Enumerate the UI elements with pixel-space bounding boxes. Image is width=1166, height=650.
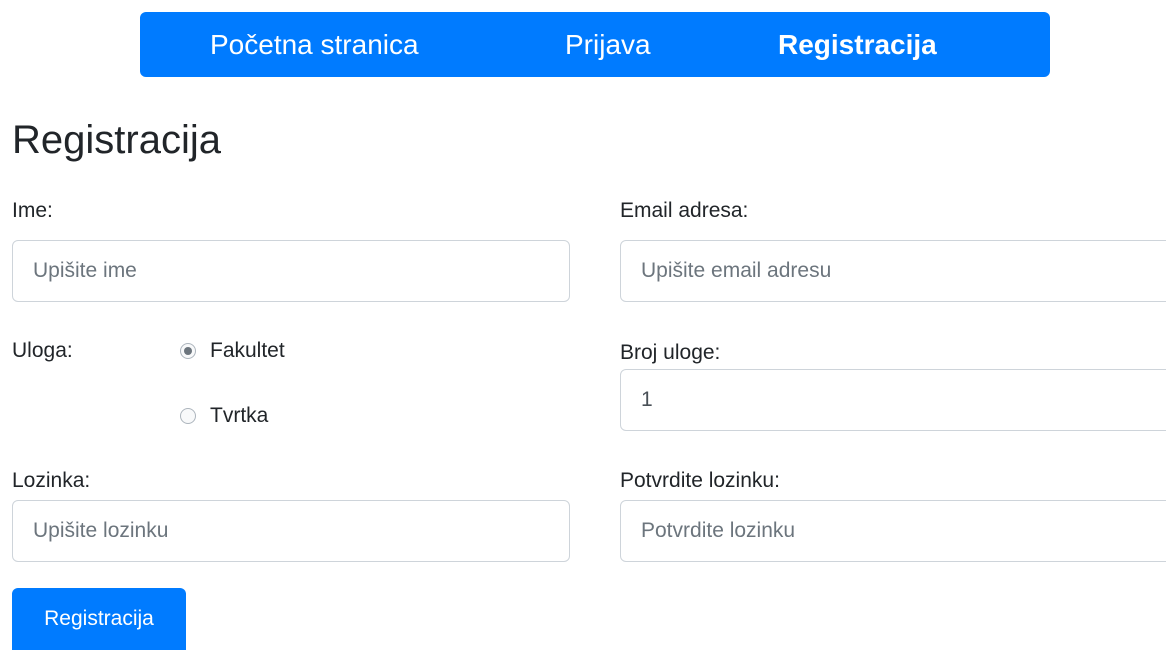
role-option-label: Fakultet	[210, 339, 285, 362]
nav-link-register[interactable]: Registracija	[778, 12, 937, 77]
role-option-fakultet[interactable]: Fakultet	[180, 337, 285, 365]
role-option-label: Tvrtka	[210, 404, 269, 427]
top-navbar: Početna stranica Prijava Registracija	[140, 12, 1050, 77]
role-label: Uloga:	[12, 339, 73, 362]
confirm-password-input[interactable]	[620, 500, 1166, 562]
role-option-tvrtka[interactable]: Tvrtka	[180, 402, 268, 430]
email-label: Email adresa:	[620, 199, 749, 222]
role-number-input[interactable]	[620, 369, 1166, 431]
nav-link-home[interactable]: Početna stranica	[210, 12, 419, 77]
name-input[interactable]	[12, 240, 570, 302]
radio-unchecked-icon[interactable]	[180, 408, 196, 424]
register-button[interactable]: Registracija	[12, 588, 186, 650]
email-input[interactable]	[620, 240, 1166, 302]
role-number-label: Broj uloge:	[620, 341, 721, 364]
nav-link-login[interactable]: Prijava	[565, 12, 651, 77]
password-input[interactable]	[12, 500, 570, 562]
confirm-password-label: Potvrdite lozinku:	[620, 469, 780, 492]
password-label: Lozinka:	[12, 469, 91, 492]
name-label: Ime:	[12, 199, 53, 222]
page-title: Registracija	[12, 118, 221, 162]
radio-checked-icon[interactable]	[180, 343, 196, 359]
